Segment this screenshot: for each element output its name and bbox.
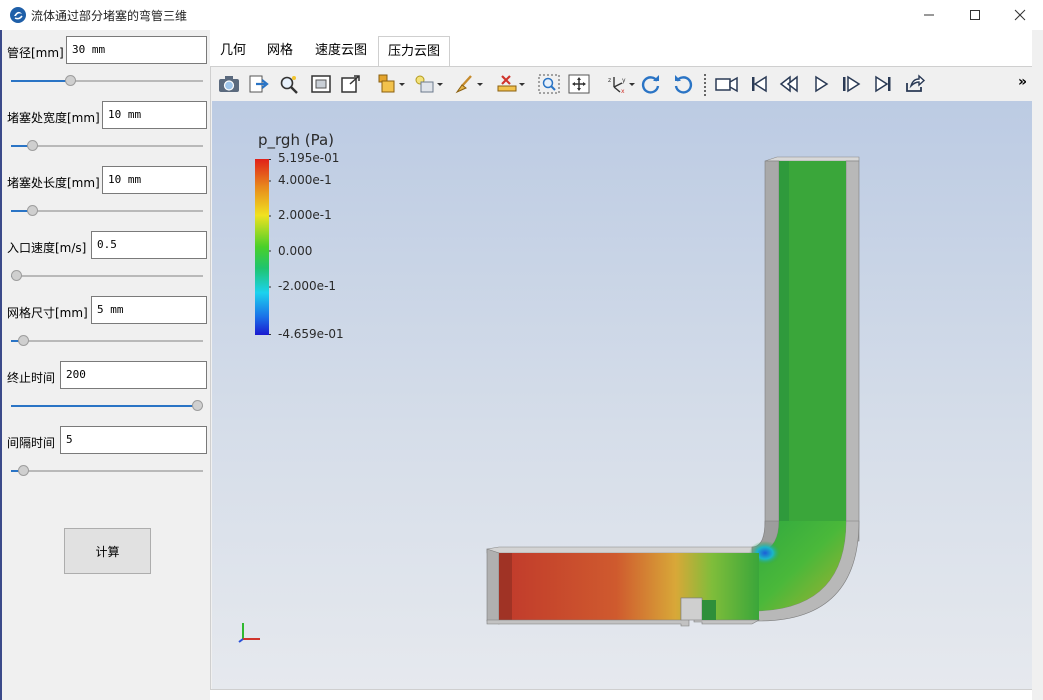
fit-arrows-icon xyxy=(568,74,590,94)
blockage-width-slider[interactable] xyxy=(11,140,203,152)
camera-icon xyxy=(219,76,239,92)
loop-button[interactable] xyxy=(902,72,928,96)
rotate-counterclockwise-icon xyxy=(674,75,693,94)
broom-icon xyxy=(455,75,483,94)
svg-text:y: y xyxy=(622,77,626,84)
maximize-button[interactable] xyxy=(952,0,998,30)
ruler-dropdown[interactable] xyxy=(496,72,526,96)
lightbulb-box-icon xyxy=(415,75,443,93)
export-arrow-icon xyxy=(249,75,269,93)
share-loop-icon xyxy=(906,74,926,92)
zoom-to-box-button[interactable] xyxy=(276,72,302,96)
close-button[interactable] xyxy=(997,0,1043,30)
inlet-velocity-input[interactable]: 0.5 xyxy=(91,231,207,259)
mesh-size-input[interactable]: 5 mm xyxy=(91,296,207,324)
last-frame-button[interactable] xyxy=(870,72,896,96)
panel-edge xyxy=(0,30,2,700)
axes-dropdown[interactable]: z yx xyxy=(606,72,636,96)
play-button[interactable] xyxy=(808,72,834,96)
param-label-end-time: 终止时间 xyxy=(7,371,56,385)
rotate-cw-button[interactable] xyxy=(638,72,664,96)
magnifier-icon xyxy=(280,76,298,94)
param-label-blockage-width: 堵塞处宽度[mm] xyxy=(7,111,100,125)
skip-last-icon xyxy=(875,75,891,93)
skip-first-icon xyxy=(752,75,767,93)
minimize-button[interactable] xyxy=(906,0,952,30)
app-logo-icon xyxy=(10,7,26,23)
play-icon xyxy=(815,75,829,93)
bent-pipe-pressure-render xyxy=(486,156,860,627)
param-label-interval-time: 间隔时间 xyxy=(7,436,56,450)
title-bar: 流体通过部分堵塞的弯管三维 xyxy=(0,0,1043,30)
view-frame-icon xyxy=(311,75,331,93)
representation-dropdown[interactable] xyxy=(414,72,444,96)
param-label-mesh-size: 网格尺寸[mm] xyxy=(7,306,88,320)
tab-mesh[interactable]: 网格 xyxy=(256,36,304,66)
screenshot-button[interactable] xyxy=(216,72,242,96)
export-button[interactable] xyxy=(246,72,272,96)
param-label-blockage-length: 堵塞处长度[mm] xyxy=(7,176,100,190)
next-frame-button[interactable] xyxy=(838,72,864,96)
reset-view-button[interactable] xyxy=(308,72,334,96)
render-viewport[interactable]: p_rgh (Pa) 5.195e-01 4.000e-1 2.000e-1 0… xyxy=(212,101,1032,689)
end-time-input[interactable]: 200 xyxy=(60,361,207,389)
pipe-diameter-slider[interactable] xyxy=(11,75,203,87)
orient-button[interactable] xyxy=(338,72,364,96)
svg-text:z: z xyxy=(608,77,611,84)
display-style-dropdown[interactable] xyxy=(376,72,406,96)
rotate-clockwise-icon xyxy=(641,75,660,94)
blockage-length-input[interactable]: 10 mm xyxy=(102,166,207,194)
interval-time-slider[interactable] xyxy=(11,465,203,477)
zoom-selection-button[interactable] xyxy=(536,72,562,96)
close-icon xyxy=(1014,9,1026,21)
param-label-inlet-velocity: 入口速度[m/s] xyxy=(7,241,87,255)
maximize-icon xyxy=(970,10,980,20)
record-camera-button[interactable] xyxy=(714,72,740,96)
interval-time-input[interactable]: 5 xyxy=(60,426,207,454)
toolbar-more-button[interactable]: » xyxy=(1018,74,1027,90)
svg-text:x: x xyxy=(621,88,625,94)
toolbar-separator xyxy=(704,74,708,96)
tab-velocity-contour[interactable]: 速度云图 xyxy=(304,36,378,66)
first-frame-button[interactable] xyxy=(746,72,772,96)
window-title: 流体通过部分堵塞的弯管三维 xyxy=(31,9,188,23)
minimize-icon xyxy=(924,14,934,16)
tab-geometry[interactable]: 几何 xyxy=(210,36,256,66)
tab-pressure-contour[interactable]: 压力云图 xyxy=(378,36,450,66)
right-edge-strip xyxy=(1032,30,1043,700)
cube-corner-icon xyxy=(341,75,360,93)
mesh-size-slider[interactable] xyxy=(11,335,203,347)
param-label-pipe-diameter: 管径[mm] xyxy=(7,46,64,60)
blockage-length-slider[interactable] xyxy=(11,205,203,217)
viewer-toolbar: z yx » xyxy=(212,68,1032,100)
pipe-diameter-input[interactable]: 30 mm xyxy=(66,36,207,64)
previous-frame-button[interactable] xyxy=(776,72,802,96)
calculate-button[interactable]: 计算 xyxy=(64,528,151,574)
orientation-axes-icon xyxy=(238,623,260,643)
step-back-icon xyxy=(779,75,798,93)
end-time-slider[interactable] xyxy=(11,400,203,412)
video-camera-icon xyxy=(715,76,738,93)
xyz-axes-icon: z yx xyxy=(608,77,635,94)
rotate-ccw-button[interactable] xyxy=(670,72,696,96)
clear-dropdown[interactable] xyxy=(454,72,484,96)
inlet-velocity-slider[interactable] xyxy=(11,270,203,282)
ruler-cross-icon xyxy=(497,75,525,92)
colored-boxes-icon xyxy=(378,74,405,93)
zoom-box-icon xyxy=(538,74,560,94)
step-forward-icon xyxy=(843,75,861,93)
blockage-width-input[interactable]: 10 mm xyxy=(102,101,207,129)
fit-all-button[interactable] xyxy=(566,72,592,96)
